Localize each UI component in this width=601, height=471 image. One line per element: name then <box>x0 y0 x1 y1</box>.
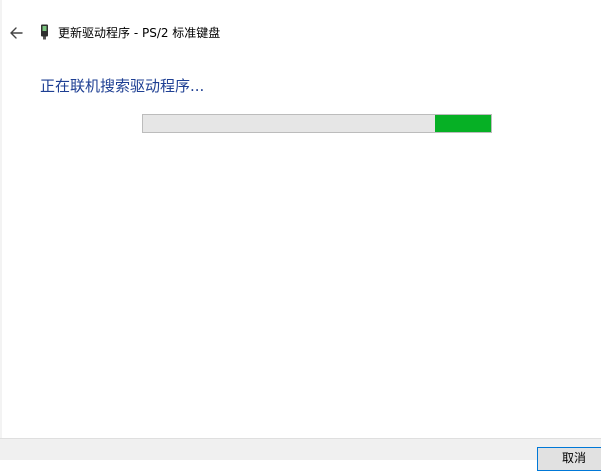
dialog-footer: 取消 <box>0 438 601 471</box>
window-title: 更新驱动程序 - PS/2 标准键盘 <box>58 26 221 40</box>
progress-marquee-chunk <box>435 115 491 132</box>
update-driver-window: 更新驱动程序 - PS/2 标准键盘 正在联机搜索驱动程序... 取消 <box>0 0 601 471</box>
back-arrow-icon <box>10 27 23 39</box>
search-progress-bar <box>142 114 492 133</box>
window-left-edge <box>0 0 2 438</box>
keyboard-device-icon <box>40 24 49 40</box>
back-button[interactable] <box>7 23 27 43</box>
cancel-button[interactable]: 取消 <box>537 447 601 471</box>
title-bar: 更新驱动程序 - PS/2 标准键盘 <box>0 20 601 48</box>
searching-status-heading: 正在联机搜索驱动程序... <box>40 77 205 95</box>
